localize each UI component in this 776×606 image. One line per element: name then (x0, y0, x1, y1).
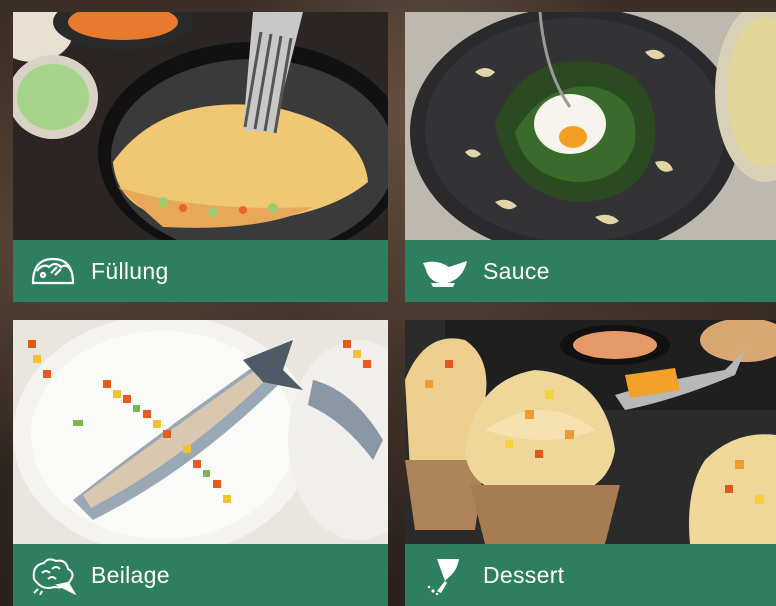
tile-label: Sauce (483, 257, 550, 284)
tile-label: Beilage (91, 561, 170, 588)
gravy-boat-icon (419, 251, 471, 291)
category-tile-sauce[interactable]: Sauce (405, 12, 776, 302)
tile-bar: Dessert (405, 544, 776, 606)
tile-bar: Sauce (405, 240, 776, 302)
vegetables-icon (27, 555, 79, 595)
beilage-photo (13, 320, 388, 544)
tile-bar: Füllung (13, 240, 388, 302)
tile-label: Dessert (483, 561, 565, 588)
dessert-photo (405, 320, 776, 544)
taco-icon (27, 251, 79, 291)
omelette-photo (13, 12, 388, 240)
piping-bag-icon (419, 555, 471, 595)
category-tile-fuellung[interactable]: Füllung (13, 12, 388, 302)
tile-label: Füllung (91, 257, 169, 284)
tile-bar: Beilage (13, 544, 388, 606)
category-tile-dessert[interactable]: Dessert (405, 320, 776, 606)
category-tile-beilage[interactable]: Beilage (13, 320, 388, 606)
sauce-photo (405, 12, 776, 240)
